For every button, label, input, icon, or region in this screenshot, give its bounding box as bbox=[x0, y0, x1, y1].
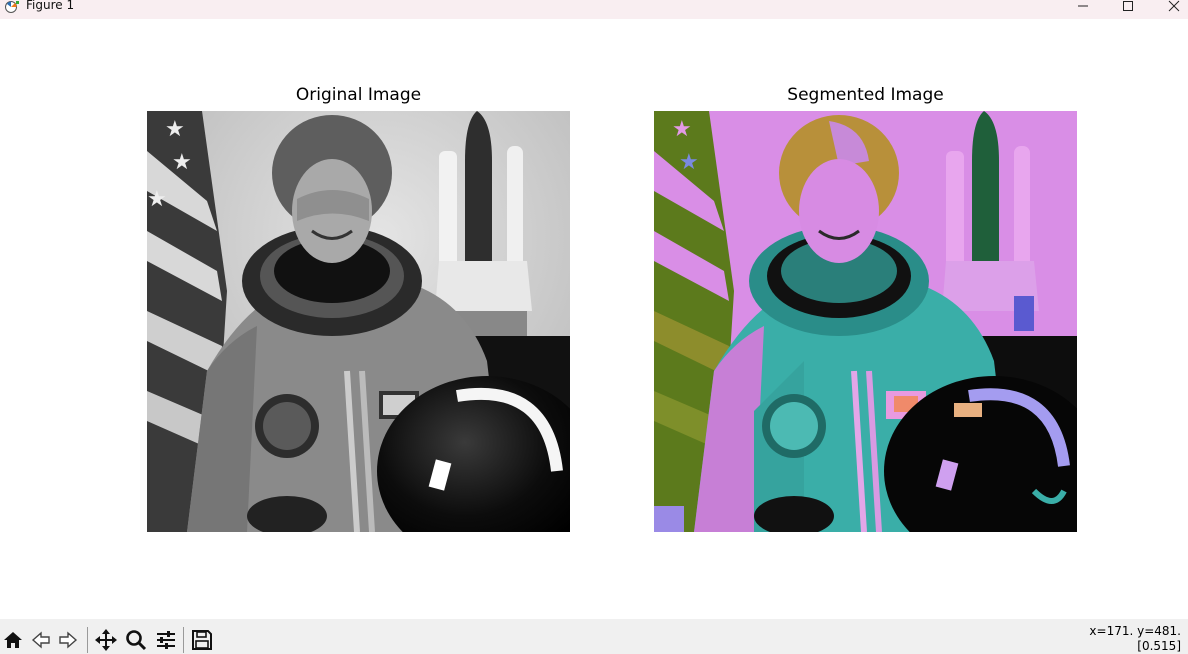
back-icon bbox=[31, 631, 50, 649]
figure-canvas[interactable]: Original Image Segmented Image ★ ★ ★ ★ ★ bbox=[0, 19, 1188, 619]
svg-text:★: ★ bbox=[165, 117, 185, 142]
navigation-toolbar: x=171. y=481. [0.515] bbox=[0, 619, 1188, 654]
cursor-status: x=171. y=481. [0.515] bbox=[1089, 624, 1181, 654]
svg-text:★: ★ bbox=[172, 150, 192, 175]
matplotlib-app-icon bbox=[5, 1, 19, 13]
svg-text:★: ★ bbox=[672, 117, 692, 142]
original-image[interactable]: ★ ★ ★ bbox=[147, 111, 570, 532]
maximize-button[interactable] bbox=[1116, 0, 1140, 15]
pan-button[interactable] bbox=[93, 627, 119, 653]
home-icon bbox=[4, 632, 22, 648]
close-icon bbox=[1168, 0, 1180, 12]
segmented-image-title: Segmented Image bbox=[787, 85, 944, 105]
cursor-coordinates: x=171. y=481. bbox=[1089, 624, 1181, 638]
minimize-button[interactable] bbox=[1071, 0, 1095, 15]
back-button[interactable] bbox=[28, 627, 54, 653]
zoom-icon bbox=[126, 630, 147, 651]
segmented-image-graphic: ★ ★ bbox=[654, 111, 1077, 532]
pan-icon bbox=[95, 629, 117, 651]
window-titlebar: Figure 1 bbox=[0, 0, 1188, 19]
save-icon bbox=[192, 630, 212, 650]
zoom-button[interactable] bbox=[123, 627, 149, 653]
segmented-image[interactable]: ★ ★ bbox=[654, 111, 1077, 532]
save-button[interactable] bbox=[189, 627, 215, 653]
forward-icon bbox=[59, 631, 78, 649]
window-title: Figure 1 bbox=[26, 0, 75, 12]
cursor-pixel-value: [0.515] bbox=[1137, 639, 1181, 653]
minimize-icon bbox=[1078, 5, 1088, 7]
configure-subplots-icon bbox=[157, 631, 175, 649]
forward-button[interactable] bbox=[55, 627, 81, 653]
maximize-icon bbox=[1123, 1, 1133, 11]
toolbar-separator bbox=[87, 627, 88, 653]
svg-text:★: ★ bbox=[679, 150, 699, 175]
close-button[interactable] bbox=[1162, 0, 1186, 15]
svg-text:★: ★ bbox=[147, 187, 167, 212]
configure-subplots-button[interactable] bbox=[153, 627, 179, 653]
toolbar-separator bbox=[183, 627, 184, 653]
home-button[interactable] bbox=[0, 627, 26, 653]
original-image-title: Original Image bbox=[295, 85, 422, 105]
original-image-graphic: ★ ★ ★ bbox=[147, 111, 570, 532]
